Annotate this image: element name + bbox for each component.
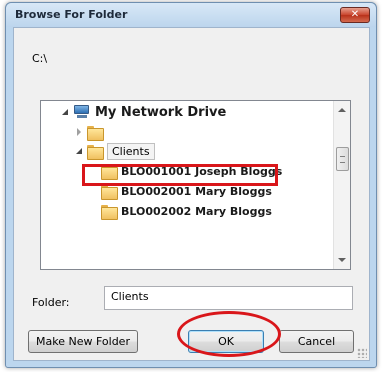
dialog-body: C:\ My Network Drive Clients BLO001001 J… <box>13 27 370 361</box>
tree-item-clients[interactable]: Clients <box>75 142 155 160</box>
expand-arrow-icon[interactable] <box>61 108 70 117</box>
close-button[interactable]: ✕ <box>340 7 370 23</box>
scrollbar-thumb[interactable] <box>336 147 349 171</box>
tree-item-label: Clients <box>107 142 155 160</box>
current-path-text: C:\ <box>32 52 48 65</box>
vertical-scrollbar[interactable] <box>333 101 350 269</box>
dialog-title: Browse For Folder <box>15 8 128 21</box>
collapsed-arrow-icon[interactable] <box>75 127 84 137</box>
folder-icon <box>87 125 104 141</box>
folder-name-input[interactable]: Clients <box>104 286 353 310</box>
title-bar[interactable]: Browse For Folder ✕ <box>6 3 376 27</box>
tree-item-label: BLO002002 Mary Bloggs <box>121 204 272 218</box>
expand-arrow-icon[interactable] <box>75 147 84 156</box>
tree-item-label: My Network Drive <box>95 104 227 120</box>
scroll-down-icon[interactable] <box>338 258 346 262</box>
tree-item-collapsed-folder[interactable] <box>75 123 107 141</box>
highlight-box-annotation <box>82 164 278 186</box>
tree-item-network-drive[interactable]: My Network Drive <box>61 103 226 121</box>
make-new-folder-button[interactable]: Make New Folder <box>28 330 138 353</box>
folder-icon <box>87 144 104 160</box>
cancel-button[interactable]: Cancel <box>279 330 354 353</box>
network-drive-icon <box>73 105 91 119</box>
ok-circle-annotation <box>177 311 281 357</box>
scroll-up-icon[interactable] <box>338 108 346 112</box>
folder-field-label: Folder: <box>32 296 70 309</box>
folder-icon <box>101 184 118 200</box>
tree-item-client-2[interactable]: BLO002002 Mary Bloggs <box>101 202 272 220</box>
tree-item-label: BLO002001 Mary Bloggs <box>121 184 272 198</box>
folder-icon <box>101 204 118 220</box>
resize-grip-icon[interactable] <box>357 348 367 358</box>
